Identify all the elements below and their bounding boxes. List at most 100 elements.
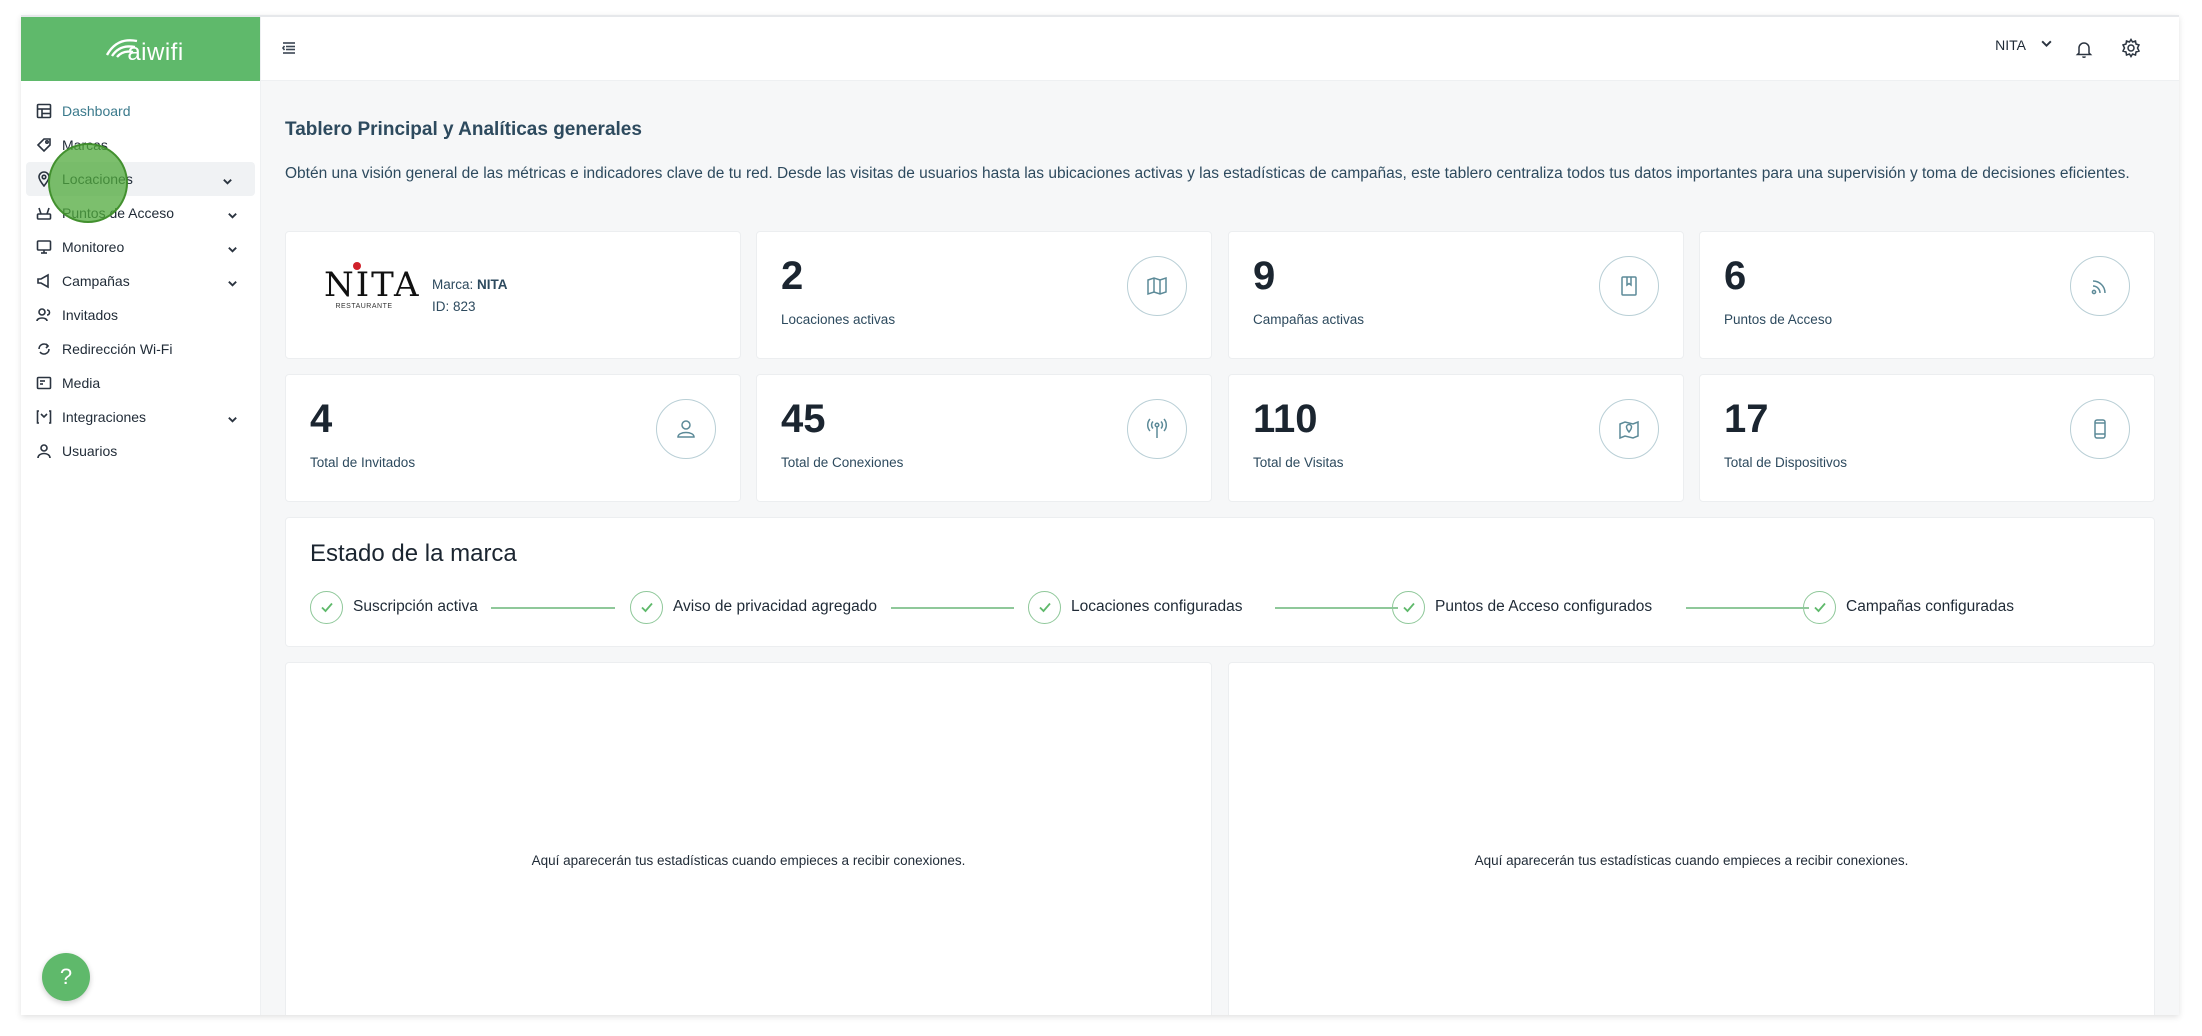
megaphone-icon [35, 272, 53, 290]
brand-logo: NITA RESTAURANTE [324, 262, 419, 310]
stat-label: Locaciones activas [781, 312, 896, 327]
stat-card-conexiones: 45 Total de Conexiones [756, 374, 1212, 502]
sidebar-item-usuarios[interactable]: Usuarios [21, 434, 260, 468]
sidebar-nav: Dashboard Marcas Locaciones Puntos de Ac… [21, 81, 260, 468]
brand-id-label: ID: [432, 299, 450, 314]
status-step-label: Aviso de privacidad agregado [673, 598, 877, 615]
help-button[interactable]: ? [42, 953, 90, 1001]
sidebar-item-dashboard[interactable]: Dashboard [21, 94, 260, 128]
stat-value: 4 [310, 397, 333, 441]
brand-id-value: 823 [453, 299, 476, 314]
chevron-down-icon[interactable] [227, 276, 238, 292]
stat-label: Puntos de Acceso [1724, 312, 1833, 327]
brand-card: NITA RESTAURANTE Marca: NITA ID: 823 [285, 231, 741, 359]
user-menu[interactable]: NITA [1995, 37, 2053, 53]
dashboard-icon [35, 102, 53, 120]
redirect-icon [35, 340, 53, 358]
chevron-down-icon[interactable] [227, 208, 238, 224]
stat-card-locaciones: 2 Locaciones activas [756, 231, 1212, 359]
sidebar: aiwifi Dashboard Marcas Locaciones Punto… [21, 17, 261, 1015]
wifi-signal-icon [2070, 256, 2130, 316]
sidebar-item-marcas[interactable]: Marcas [21, 128, 260, 162]
stat-label: Total de Conexiones [781, 455, 904, 470]
sidebar-item-label: Dashboard [62, 103, 131, 119]
sidebar-item-invitados[interactable]: Invitados [21, 298, 260, 332]
brand-logo-dot [353, 262, 361, 270]
mobile-device-icon [2070, 399, 2130, 459]
menu-toggle-icon[interactable] [282, 41, 298, 57]
sidebar-item-label: Integraciones [62, 409, 147, 425]
media-icon [35, 374, 53, 392]
antenna-icon [1127, 399, 1187, 459]
stat-label: Campañas activas [1253, 312, 1365, 327]
empty-state-message: Aquí aparecerán tus estadísticas cuando … [1474, 853, 1909, 868]
chevron-down-icon[interactable] [222, 174, 233, 190]
bookmark-icon [1599, 256, 1659, 316]
gear-icon[interactable] [2121, 38, 2141, 63]
integrations-icon [35, 408, 53, 426]
stats-panel-right: Aquí aparecerán tus estadísticas cuando … [1228, 662, 2155, 1015]
chevron-down-icon [2040, 37, 2053, 53]
chevron-down-icon[interactable] [227, 242, 238, 258]
check-icon [630, 590, 663, 624]
check-icon [1803, 590, 1836, 624]
sidebar-item-locaciones[interactable]: Locaciones [26, 162, 255, 196]
user-name: NITA [1995, 37, 2026, 53]
status-step: Locaciones configuradas [1028, 590, 1242, 624]
sidebar-item-label: Puntos de Acceso [62, 205, 175, 221]
stats-panel-left: Aquí aparecerán tus estadísticas cuando … [285, 662, 1212, 1015]
topbar: NITA [261, 17, 2179, 81]
status-connector [491, 607, 615, 609]
status-step-label: Suscripción activa [353, 598, 478, 615]
bell-icon[interactable] [2074, 39, 2094, 64]
sidebar-item-monitoreo[interactable]: Monitoreo [21, 230, 260, 264]
brand-value: NITA [477, 277, 508, 292]
status-step: Suscripción activa [310, 590, 478, 624]
stat-value: 6 [1724, 254, 1747, 298]
stat-card-dispositivos: 17 Total de Dispositivos [1699, 374, 2155, 502]
user-icon [35, 442, 53, 460]
status-connector [1686, 607, 1809, 609]
app-logo[interactable]: aiwifi [21, 17, 260, 81]
sidebar-item-media[interactable]: Media [21, 366, 260, 400]
stat-card-invitados: 4 Total de Invitados [285, 374, 741, 502]
person-icon [656, 399, 716, 459]
sidebar-item-redireccion-wifi[interactable]: Redirección Wi-Fi [21, 332, 260, 366]
stat-card-puntos-acceso: 6 Puntos de Acceso [1699, 231, 2155, 359]
sidebar-item-integraciones[interactable]: Integraciones [21, 400, 260, 434]
stat-label: Total de Visitas [1253, 455, 1344, 470]
sidebar-item-label: Campañas [62, 273, 130, 289]
stat-value: 45 [781, 397, 826, 441]
page-title: Tablero Principal y Analíticas generales [285, 119, 642, 140]
sidebar-item-campanas[interactable]: Campañas [21, 264, 260, 298]
map-pin-icon [1599, 399, 1659, 459]
status-connector [1275, 607, 1398, 609]
check-icon [1028, 590, 1061, 624]
sidebar-item-label: Marcas [62, 137, 108, 153]
status-step-label: Puntos de Acceso configurados [1435, 598, 1653, 615]
brand-info: Marca: NITA ID: 823 [432, 274, 508, 318]
brand-status-title: Estado de la marca [310, 540, 517, 567]
stat-card-campanas: 9 Campañas activas [1228, 231, 1684, 359]
status-step: Campañas configuradas [1803, 590, 2014, 624]
check-icon [310, 590, 343, 624]
app-window: aiwifi Dashboard Marcas Locaciones Punto… [21, 15, 2179, 1015]
stat-value: 9 [1253, 254, 1276, 298]
status-step: Puntos de Acceso configurados [1392, 590, 1652, 624]
chevron-down-icon[interactable] [227, 412, 238, 428]
router-icon [35, 204, 53, 222]
brand-logo-subtext: RESTAURANTE [335, 303, 393, 310]
map-icon [1127, 256, 1187, 316]
guests-icon [35, 306, 53, 324]
sidebar-item-label: Redirección Wi-Fi [62, 341, 173, 357]
monitor-icon [35, 238, 53, 256]
stat-value: 2 [781, 254, 804, 298]
brand-status-card: Estado de la marca Suscripción activa Av… [285, 517, 2155, 647]
main-content: Tablero Principal y Analíticas generales… [261, 81, 2179, 1015]
sidebar-item-label: Locaciones [62, 171, 133, 187]
sidebar-item-puntos-de-acceso[interactable]: Puntos de Acceso [21, 196, 260, 230]
location-pin-icon [35, 170, 53, 188]
status-step: Aviso de privacidad agregado [630, 590, 877, 624]
stat-value: 17 [1724, 397, 1769, 441]
sidebar-item-label: Monitoreo [62, 239, 125, 255]
